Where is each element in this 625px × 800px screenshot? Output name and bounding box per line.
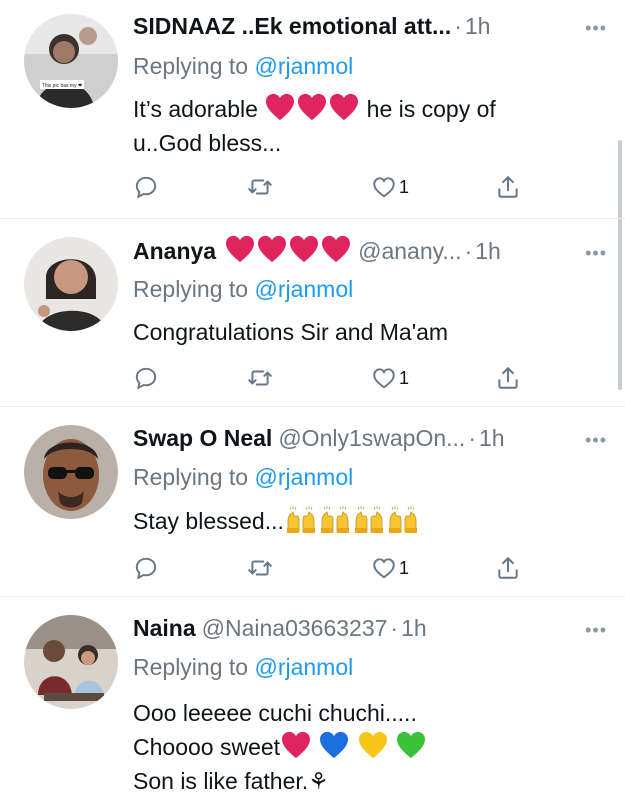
replying-to: Replying to @rjanmol xyxy=(133,462,353,492)
retweet-button[interactable] xyxy=(247,174,273,200)
share-icon xyxy=(495,365,521,391)
separator-dot: · xyxy=(468,425,476,451)
tweet-text: Congratulations Sir and Ma'am xyxy=(133,319,449,345)
replying-to-label: Replying to xyxy=(133,53,249,79)
handle[interactable]: @anany... xyxy=(358,236,461,266)
more-icon[interactable]: ••• xyxy=(577,425,607,455)
reply-button[interactable] xyxy=(133,555,159,581)
like-count: 1 xyxy=(399,367,410,388)
display-name[interactable]: Swap O Neal xyxy=(133,423,272,453)
handle[interactable]: @Only1swapOn... xyxy=(278,423,465,453)
red-heart-icon xyxy=(329,93,359,121)
retweet-button[interactable] xyxy=(247,555,273,581)
red-heart-icon xyxy=(265,93,295,121)
red-heart-icon xyxy=(321,235,351,263)
clapping-hands-icon xyxy=(284,504,318,534)
name-hearts xyxy=(224,235,352,266)
retweet-button[interactable] xyxy=(247,365,273,391)
clapping-hands-icon xyxy=(386,504,420,534)
retweet-icon xyxy=(247,555,273,581)
reply-icon xyxy=(133,365,159,391)
display-name[interactable]: Naina xyxy=(133,613,196,643)
reply-icon xyxy=(133,555,159,581)
timestamp[interactable]: 1h xyxy=(479,423,505,453)
timestamp[interactable]: 1h xyxy=(401,613,427,643)
like-icon xyxy=(371,174,397,200)
display-name[interactable]: Ananya xyxy=(133,236,216,266)
tweet-text-part: Son is like father. xyxy=(133,768,309,794)
display-name[interactable]: SIDNAAZ ..Ek emotional att... xyxy=(133,11,451,41)
retweet-icon xyxy=(247,365,273,391)
more-icon[interactable]: ••• xyxy=(577,238,607,268)
mention-link[interactable]: @rjanmol xyxy=(254,464,353,490)
red-heart-icon xyxy=(225,235,255,263)
like-button[interactable]: 1 xyxy=(371,555,409,581)
clapping-hands-icon xyxy=(318,504,352,534)
separator-dot: · xyxy=(454,13,462,39)
separator-dot: · xyxy=(464,238,473,264)
share-button[interactable] xyxy=(495,365,521,391)
replying-to: Replying to @rjanmol xyxy=(133,274,353,304)
replying-to-label: Replying to xyxy=(133,276,249,302)
tweet-text-part: Choooo sweet xyxy=(133,734,281,760)
tweet-text-line: Ooo leeeee cuchi chuchi..... xyxy=(133,700,417,726)
like-count: 1 xyxy=(399,176,410,197)
avatar[interactable] xyxy=(24,615,118,709)
tweet-text: It’s adorable he is copy of u..God bless… xyxy=(133,92,595,160)
mention-link[interactable]: @rjanmol xyxy=(254,53,353,79)
flower-icon: ⚘ xyxy=(308,768,329,794)
reply-button[interactable] xyxy=(133,365,159,391)
replying-to-label: Replying to xyxy=(133,464,249,490)
avatar[interactable] xyxy=(24,425,118,519)
share-button[interactable] xyxy=(495,555,521,581)
share-icon xyxy=(495,555,521,581)
avatar[interactable] xyxy=(24,237,118,331)
replying-to: Replying to @rjanmol xyxy=(133,652,353,682)
timestamp[interactable]: 1h xyxy=(465,11,491,41)
red-heart-icon xyxy=(297,93,327,121)
like-icon xyxy=(371,555,397,581)
reply-icon xyxy=(133,174,159,200)
tweet-ananya[interactable]: Ananya @anany... · 1h ••• Replying to @r… xyxy=(0,219,625,407)
share-button[interactable] xyxy=(495,174,521,200)
like-button[interactable]: 1 xyxy=(371,174,409,200)
more-icon[interactable]: ••• xyxy=(577,13,607,43)
tweet-sidnaaz[interactable]: This pic has my ❤ SIDNAAZ ..Ek emotional… xyxy=(0,0,625,219)
blue-heart-icon xyxy=(319,731,349,759)
like-icon xyxy=(371,365,397,391)
green-heart-icon xyxy=(396,731,426,759)
tweet-text-line: u..God bless... xyxy=(133,130,282,156)
mention-link[interactable]: @rjanmol xyxy=(254,276,353,302)
tweet-text: Ooo leeeee cuchi chuchi..... Choooo swee… xyxy=(133,696,595,798)
tweet-naina[interactable]: Naina @Naina03663237 · 1h ••• Replying t… xyxy=(0,597,625,800)
replying-to: Replying to @rjanmol xyxy=(133,51,353,81)
retweet-icon xyxy=(247,174,273,200)
tweet-text-part: Stay blessed... xyxy=(133,508,284,534)
more-icon[interactable]: ••• xyxy=(577,615,607,645)
red-heart-icon xyxy=(257,235,287,263)
like-button[interactable]: 1 xyxy=(371,365,409,391)
share-icon xyxy=(495,174,521,200)
avatar[interactable]: This pic has my ❤ xyxy=(24,14,118,108)
red-heart-icon xyxy=(281,731,311,759)
timestamp[interactable]: 1h xyxy=(475,236,501,266)
like-count: 1 xyxy=(399,557,410,578)
avatar-caption: This pic has my ❤ xyxy=(42,83,82,89)
replying-to-label: Replying to xyxy=(133,654,249,680)
reply-button[interactable] xyxy=(133,174,159,200)
handle[interactable]: @Naina03663237 xyxy=(202,613,388,643)
tweet-swap-o-neal[interactable]: Swap O Neal @Only1swapOn... · 1h ••• Rep… xyxy=(0,407,625,597)
mention-link[interactable]: @rjanmol xyxy=(254,654,353,680)
yellow-heart-icon xyxy=(358,731,388,759)
separator-dot: · xyxy=(390,615,399,641)
red-heart-icon xyxy=(289,235,319,263)
tweet-text: Stay blessed... xyxy=(133,504,595,538)
tweet-text-part: It’s adorable xyxy=(133,96,258,122)
clapping-hands-icon xyxy=(352,504,386,534)
tweet-text-part: he is copy of xyxy=(366,96,496,122)
